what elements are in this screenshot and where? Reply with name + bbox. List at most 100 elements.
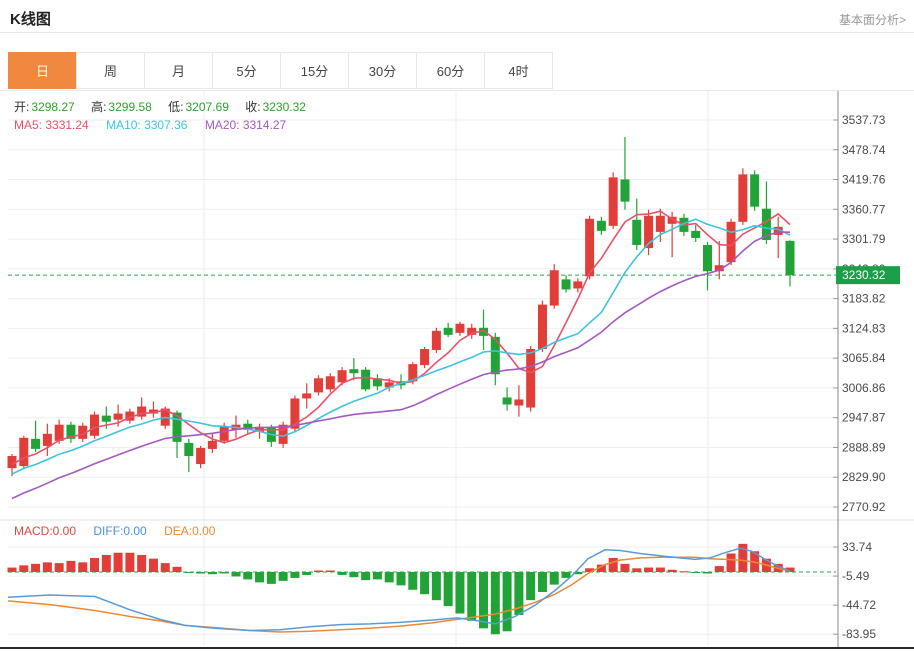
candle-body bbox=[42, 433, 52, 446]
ma5-value: MA5: 3331.24 bbox=[14, 118, 89, 132]
candle-body bbox=[31, 438, 41, 449]
candle-body bbox=[596, 220, 606, 231]
high-value: 3299.58 bbox=[108, 100, 152, 114]
macd-hist-bar bbox=[372, 572, 382, 580]
candle-body bbox=[184, 442, 194, 456]
candle-body bbox=[431, 330, 441, 351]
macd-tick-label: 33.74 bbox=[842, 540, 872, 554]
macd-hist-bar bbox=[408, 572, 418, 590]
candle-body bbox=[608, 177, 618, 226]
macd-hist-bar bbox=[679, 571, 689, 573]
macd-hist-bar bbox=[537, 572, 547, 593]
macd-hist-bar bbox=[160, 563, 170, 572]
price-tick-label: 3065.84 bbox=[842, 351, 886, 365]
price-tick-label: 2770.92 bbox=[842, 500, 886, 514]
price-tick-label: 2829.90 bbox=[842, 470, 886, 484]
ma-readout: MA5: 3331.24 MA10: 3307.36 MA20: 3314.27 bbox=[14, 118, 286, 132]
macd-hist-bar bbox=[667, 569, 677, 572]
macd-hist-bar bbox=[125, 552, 135, 572]
candle-body bbox=[101, 415, 111, 422]
macd-hist-bar bbox=[337, 572, 347, 575]
macd-hist-bar bbox=[644, 567, 654, 572]
macd-hist-bar bbox=[66, 560, 76, 572]
macd-hist-bar bbox=[420, 572, 430, 595]
ma20-line bbox=[11, 231, 791, 500]
price-tick-label: 2888.89 bbox=[842, 440, 886, 454]
candle-body bbox=[90, 414, 100, 436]
candle-body bbox=[526, 348, 536, 408]
macd-hist-bar bbox=[490, 572, 500, 635]
dea-value: DEA:0.00 bbox=[164, 524, 216, 538]
price-tick-label: 3360.77 bbox=[842, 202, 886, 216]
open-value: 3298.27 bbox=[31, 100, 75, 114]
macd-hist-bar bbox=[349, 572, 359, 578]
candle-body bbox=[702, 245, 712, 272]
candle-body bbox=[632, 219, 642, 246]
price-tick-label: 3006.86 bbox=[842, 381, 886, 395]
diff-value: DIFF:0.00 bbox=[93, 524, 147, 538]
macd-hist-bar bbox=[54, 563, 64, 572]
price-tick-label: 3124.83 bbox=[842, 321, 886, 335]
macd-hist-bar bbox=[137, 554, 147, 572]
candle-body bbox=[785, 240, 795, 276]
candle-body bbox=[113, 413, 123, 420]
macd-hist-bar bbox=[561, 572, 571, 578]
dea-line bbox=[7, 556, 791, 633]
macd-hist-bar bbox=[78, 562, 88, 572]
kline-page: K线图 基本面分析> 日 周 月 5分 15分 30分 60分 4时 3537.… bbox=[0, 0, 914, 652]
macd-hist-bar bbox=[266, 572, 276, 584]
macd-hist-bar bbox=[431, 572, 441, 601]
macd-hist-bar bbox=[184, 572, 194, 573]
macd-readout: MACD:0.00 DIFF:0.00 DEA:0.00 bbox=[14, 524, 215, 538]
low-value: 3207.69 bbox=[185, 100, 229, 114]
ma10-line bbox=[11, 218, 791, 475]
low-label: 低: bbox=[168, 100, 184, 114]
macd-hist-bar bbox=[620, 563, 630, 572]
macd-hist-bar bbox=[325, 570, 335, 572]
macd-hist-bar bbox=[549, 572, 559, 585]
macd-hist-bar bbox=[384, 572, 394, 583]
macd-hist-bar bbox=[219, 572, 229, 574]
candle-body bbox=[337, 370, 347, 383]
macd-hist-bar bbox=[42, 562, 52, 572]
macd-hist-bar bbox=[443, 572, 453, 607]
candle-body bbox=[738, 174, 748, 222]
macd-hist-bar bbox=[90, 557, 100, 572]
macd-hist-bar bbox=[313, 570, 323, 572]
macd-hist-bar bbox=[290, 572, 300, 578]
candle-body bbox=[219, 426, 229, 441]
candle-body bbox=[691, 230, 701, 238]
price-tick-label: 2947.87 bbox=[842, 411, 886, 425]
macd-hist-bar bbox=[702, 572, 712, 574]
candle-body bbox=[750, 174, 760, 207]
macd-hist-bar bbox=[467, 572, 477, 621]
candle-body bbox=[361, 369, 371, 390]
macd-hist-bar bbox=[255, 572, 265, 583]
candle-body bbox=[655, 215, 665, 232]
macd-hist-bar bbox=[113, 552, 123, 572]
candle-body bbox=[349, 369, 359, 374]
macd-hist-bar bbox=[361, 572, 371, 581]
macd-hist-bar bbox=[608, 557, 618, 572]
candle-body bbox=[420, 348, 430, 366]
macd-hist-bar bbox=[7, 567, 17, 572]
candle-body bbox=[54, 424, 64, 441]
macd-hist-bar bbox=[172, 566, 182, 572]
macd-hist-bar bbox=[526, 572, 536, 601]
open-label: 开: bbox=[14, 100, 30, 114]
macd-hist-bar bbox=[479, 572, 489, 629]
macd-hist-bar bbox=[243, 572, 253, 580]
macd-hist-bar bbox=[455, 572, 465, 614]
candle-body bbox=[302, 393, 312, 399]
macd-hist-bar bbox=[148, 558, 158, 572]
diff-line bbox=[7, 547, 791, 632]
candle-body bbox=[561, 279, 571, 290]
macd-tick-label: -83.95 bbox=[842, 627, 876, 641]
macd-hist-bar bbox=[714, 566, 724, 572]
candle-body bbox=[549, 270, 559, 306]
high-label: 高: bbox=[91, 100, 107, 114]
candle-body bbox=[620, 179, 630, 202]
candle-body bbox=[573, 281, 583, 289]
ma20-value: MA20: 3314.27 bbox=[204, 118, 287, 132]
macd-hist-bar bbox=[396, 572, 406, 586]
